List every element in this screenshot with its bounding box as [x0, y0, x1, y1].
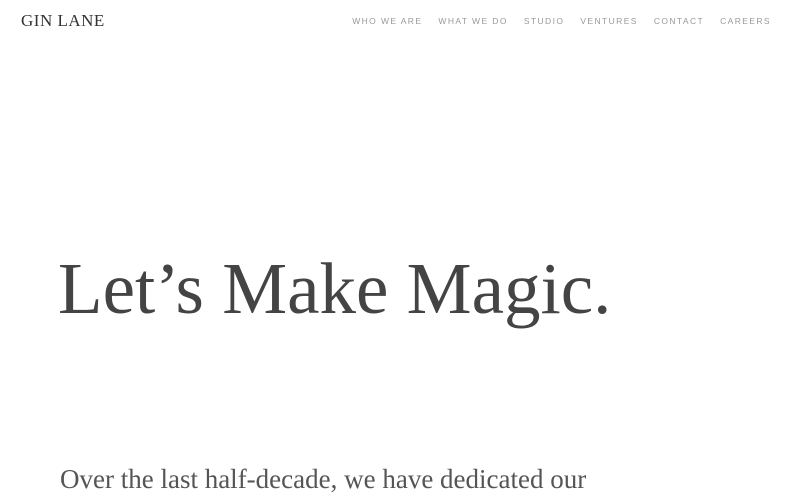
nav-item-careers[interactable]: CAREERS	[720, 16, 771, 26]
nav-item-contact[interactable]: CONTACT	[654, 16, 704, 26]
nav-item-who-we-are[interactable]: WHO WE ARE	[352, 16, 422, 26]
main-nav: WHO WE ARE WHAT WE DO STUDIO VENTURES CO…	[352, 16, 771, 26]
hero-title: Let’s Make Magic.	[58, 248, 612, 329]
nav-item-studio[interactable]: STUDIO	[524, 16, 565, 26]
nav-item-ventures[interactable]: VENTURES	[580, 16, 638, 26]
nav-item-what-we-do[interactable]: WHAT WE DO	[438, 16, 507, 26]
site-logo[interactable]: GIN LANE	[21, 11, 105, 31]
intro-text: Over the last half-decade, we have dedic…	[60, 464, 587, 494]
site-header: GIN LANE WHO WE ARE WHAT WE DO STUDIO VE…	[0, 0, 800, 44]
